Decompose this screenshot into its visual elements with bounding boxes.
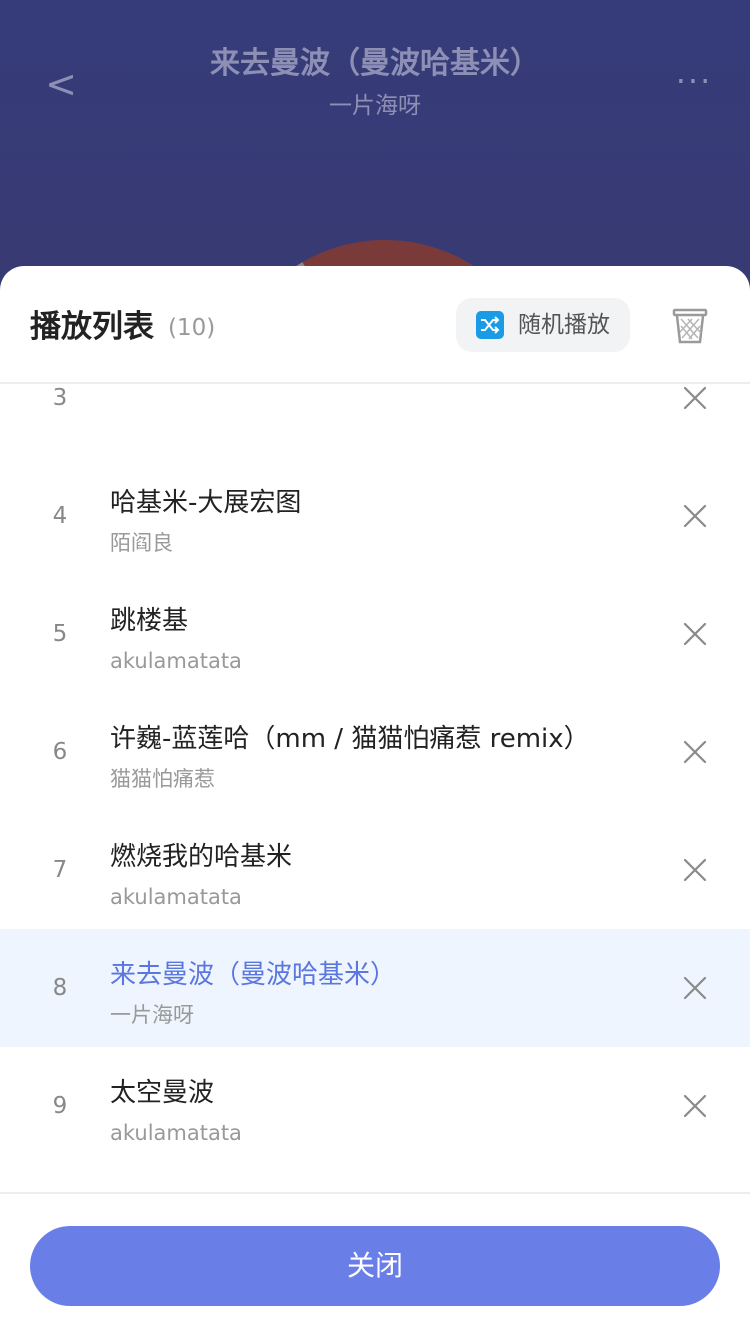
remove-track-button[interactable] — [678, 499, 712, 533]
track-artist — [110, 409, 630, 441]
playlist-row[interactable]: 4 哈基米-大展宏图陌阎良 — [0, 457, 750, 575]
playlist-row[interactable]: 8 来去曼波（曼波哈基米） 一片海呀 — [0, 929, 750, 1047]
track-artist: 猫猫怕痛惹 — [110, 767, 215, 791]
back-button[interactable]: < — [36, 56, 86, 112]
playlist-count: (10) — [168, 315, 216, 341]
close-icon — [678, 976, 712, 1009]
playlist-footer: 关闭 — [0, 1192, 750, 1334]
playlist-row[interactable]: 9 太空曼波 akulamatata — [0, 1047, 750, 1165]
playlist-row[interactable]: 6 许巍-蓝莲哈（mm / 猫猫怕痛惹 remix） 猫猫怕痛惹 — [0, 693, 750, 811]
track-artist: 一片海呀 — [110, 1003, 194, 1027]
clear-playlist-button[interactable] — [668, 304, 712, 348]
track-title: 哈基米-大展宏图 — [110, 488, 302, 518]
track-number: 5 — [52, 621, 68, 647]
track-title: 太空曼波 — [110, 1078, 215, 1108]
close-icon — [678, 858, 712, 891]
close-icon — [678, 740, 712, 773]
playlist-sheet: 播放列表 (10) 随机播放 34哈基米-大展宏图 陌阎良 5 跳楼基 akul… — [0, 266, 750, 1334]
track-artist: akulamatata — [110, 885, 242, 909]
playlist-row[interactable]: 5 跳楼基 akulamatata — [0, 575, 750, 693]
close-icon — [678, 622, 712, 655]
track-number: 4 — [52, 503, 68, 529]
shuffle-icon — [476, 311, 504, 339]
playlist-title: 播放列表 — [30, 309, 154, 345]
track-title: 燃烧我的哈基米 — [110, 842, 293, 872]
remove-track-button[interactable] — [678, 384, 712, 415]
track-number: 3 — [52, 385, 68, 411]
close-icon — [678, 386, 712, 419]
close-button[interactable]: 关闭 — [30, 1226, 720, 1306]
track-artist: akulamatata — [110, 649, 242, 673]
remove-track-button[interactable] — [678, 971, 712, 1005]
close-icon — [678, 504, 712, 537]
track-number: 6 — [52, 739, 68, 765]
close-icon — [678, 1094, 712, 1127]
track-title: 跳楼基 — [110, 606, 189, 636]
playlist-row[interactable]: 3 — [0, 384, 750, 457]
more-options-button[interactable]: ··· — [664, 56, 724, 112]
player-header: < 来去曼波（曼波哈基米） 一片海呀 ··· — [0, 0, 750, 160]
track-artist: 陌阎良 — [110, 531, 173, 555]
track-number: 9 — [52, 1093, 68, 1119]
shuffle-play-button[interactable]: 随机播放 — [456, 298, 630, 352]
remove-track-button[interactable] — [678, 1089, 712, 1123]
shuffle-play-label: 随机播放 — [518, 312, 610, 338]
remove-track-button[interactable] — [678, 735, 712, 769]
track-number: 10 — [20, 1165, 100, 1192]
playlist-row[interactable]: 10哈基米葛小晴 — [0, 1165, 750, 1192]
playlist-header: 播放列表 (10) 随机播放 — [0, 266, 750, 384]
track-number: 8 — [52, 975, 68, 1001]
track-number: 7 — [52, 857, 68, 883]
playlist-list[interactable]: 3 4 哈基米-大展宏图陌阎良 5 跳楼基 akulamatata 6 许巍-蓝莲哈（mm /… — [0, 384, 750, 1192]
trash-icon — [668, 308, 712, 352]
now-playing-artist: 一片海呀 — [329, 93, 421, 119]
now-playing-title: 来去曼波（曼波哈基米） — [210, 46, 540, 81]
remove-track-button[interactable] — [678, 853, 712, 887]
remove-track-button[interactable] — [678, 617, 712, 651]
track-title: 许巍-蓝莲哈（mm / 猫猫怕痛惹 remix） — [110, 724, 590, 754]
playlist-row[interactable]: 7 燃烧我的哈基米 akulamatata — [0, 811, 750, 929]
track-title: 来去曼波（曼波哈基米） — [110, 960, 397, 990]
track-title — [110, 384, 650, 405]
track-artist: akulamatata — [110, 1121, 242, 1145]
